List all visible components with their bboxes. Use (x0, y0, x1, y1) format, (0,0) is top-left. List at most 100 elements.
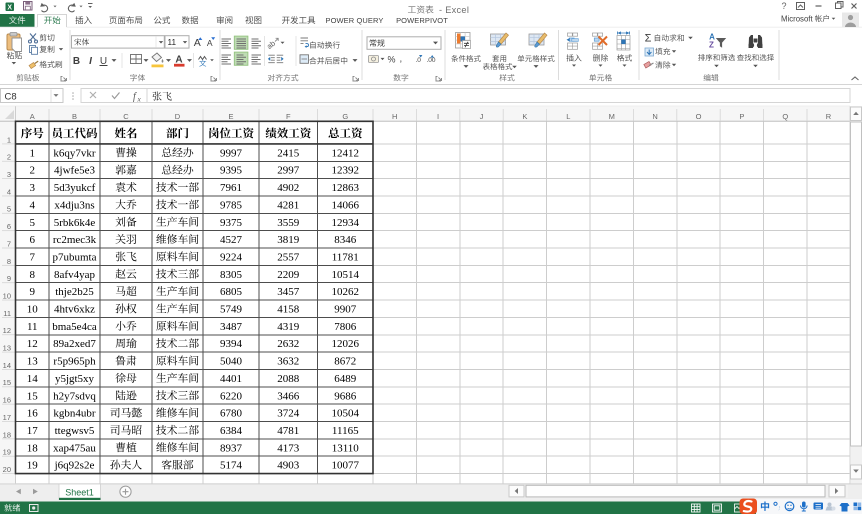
svg-text:4: 4 (30, 199, 36, 211)
svg-text:j6q92s2e: j6q92s2e (54, 460, 95, 472)
svg-text:2997: 2997 (277, 165, 300, 177)
svg-text:4158: 4158 (277, 304, 300, 316)
svg-text:20: 20 (3, 465, 11, 474)
svg-text:Sheet1: Sheet1 (65, 487, 94, 497)
svg-text:A: A (30, 112, 35, 121)
svg-text:?: ? (781, 1, 786, 11)
svg-text:12392: 12392 (332, 165, 360, 177)
svg-text:5rbk6k4e: 5rbk6k4e (54, 217, 96, 229)
svg-text:15: 15 (27, 390, 39, 402)
svg-text:3457: 3457 (277, 286, 300, 298)
svg-text:POWERPIVOT: POWERPIVOT (396, 16, 448, 25)
svg-text:6384: 6384 (220, 425, 243, 437)
svg-text:.00: .00 (427, 57, 436, 64)
svg-text:89a2xed7: 89a2xed7 (53, 338, 96, 350)
svg-text:17: 17 (3, 413, 11, 422)
svg-text:2: 2 (7, 153, 11, 162)
svg-text:4: 4 (7, 187, 11, 196)
svg-text:12863: 12863 (332, 182, 360, 194)
svg-text:4281: 4281 (277, 199, 299, 211)
svg-text:13: 13 (3, 344, 11, 353)
svg-text:k6qy7vkr: k6qy7vkr (53, 147, 96, 159)
svg-text:6489: 6489 (334, 373, 357, 385)
svg-text:16: 16 (27, 408, 39, 420)
svg-text:6805: 6805 (220, 286, 243, 298)
svg-text:K: K (522, 112, 527, 121)
svg-text:2415: 2415 (277, 147, 300, 159)
svg-text:ttegwsv5: ttegwsv5 (55, 425, 95, 437)
svg-text:B: B (73, 56, 80, 67)
svg-text:9: 9 (7, 274, 11, 283)
svg-text:D: D (175, 112, 181, 121)
svg-text:J: J (480, 112, 484, 121)
svg-text:6: 6 (30, 234, 36, 246)
svg-text:4173: 4173 (277, 442, 300, 454)
svg-text:Σ: Σ (645, 33, 652, 45)
svg-text:3632: 3632 (277, 356, 299, 368)
svg-text:9785: 9785 (220, 199, 243, 211)
svg-text:12026: 12026 (332, 338, 360, 350)
svg-text:4781: 4781 (277, 425, 299, 437)
svg-text:X: X (7, 4, 12, 11)
svg-text:h2y7sdvq: h2y7sdvq (53, 390, 96, 402)
svg-text:C8: C8 (5, 92, 17, 103)
svg-text:Q: Q (782, 112, 788, 121)
svg-text:3559: 3559 (277, 217, 300, 229)
svg-text:p7ubumta: p7ubumta (53, 251, 97, 263)
svg-text:10262: 10262 (332, 286, 360, 298)
svg-text:kgbn4ubr: kgbn4ubr (53, 408, 96, 420)
svg-text:6220: 6220 (220, 390, 243, 402)
svg-text:Microsoft: Microsoft (781, 14, 813, 23)
svg-text:8346: 8346 (334, 234, 357, 246)
svg-text:F: F (286, 112, 291, 121)
svg-text:9907: 9907 (334, 304, 357, 316)
svg-text:N: N (652, 112, 657, 121)
svg-text:7961: 7961 (220, 182, 242, 194)
svg-text:8: 8 (7, 257, 11, 266)
svg-text:12412: 12412 (332, 147, 360, 159)
svg-text:9224: 9224 (220, 251, 243, 263)
svg-text:r5p965ph: r5p965ph (53, 356, 96, 368)
svg-text:12: 12 (27, 338, 38, 350)
svg-text:rc2mec3k: rc2mec3k (53, 234, 97, 246)
svg-text:16: 16 (3, 396, 11, 405)
svg-text:11165: 11165 (332, 425, 359, 437)
svg-text:xap475au: xap475au (53, 442, 96, 454)
svg-text:L: L (566, 112, 570, 121)
svg-text:9997: 9997 (220, 147, 243, 159)
svg-text:13110: 13110 (332, 442, 360, 454)
svg-text:10077: 10077 (332, 460, 360, 472)
svg-text:9394: 9394 (220, 338, 243, 350)
svg-text:3: 3 (30, 182, 36, 194)
svg-text:12: 12 (3, 326, 11, 335)
svg-text:9375: 9375 (220, 217, 243, 229)
svg-text:2: 2 (30, 165, 36, 177)
svg-text:POWER QUERY: POWER QUERY (325, 16, 383, 25)
svg-text:R: R (826, 112, 832, 121)
svg-text:4jwfe5e3: 4jwfe5e3 (54, 165, 95, 177)
svg-text:3724: 3724 (277, 408, 300, 420)
svg-text:7: 7 (30, 251, 36, 263)
svg-text:3466: 3466 (277, 390, 300, 402)
svg-text:x: x (137, 95, 142, 104)
svg-text:Z: Z (709, 40, 714, 49)
svg-text:9395: 9395 (220, 165, 243, 177)
svg-text:2557: 2557 (277, 251, 300, 263)
svg-text:14066: 14066 (332, 199, 360, 211)
svg-text:8afv4yap: 8afv4yap (54, 269, 95, 281)
svg-text:6780: 6780 (220, 408, 243, 420)
svg-text:A: A (207, 38, 213, 48)
svg-text:8305: 8305 (220, 269, 243, 281)
svg-text:11781: 11781 (332, 251, 359, 263)
svg-text:2088: 2088 (277, 373, 300, 385)
svg-text:1: 1 (30, 147, 36, 159)
svg-text:8672: 8672 (334, 356, 356, 368)
svg-text:C: C (123, 112, 129, 121)
svg-text:4527: 4527 (220, 234, 243, 246)
svg-text:- Excel: - Excel (439, 5, 469, 15)
svg-text:8: 8 (30, 269, 36, 281)
svg-text:E: E (228, 112, 233, 121)
svg-text:9: 9 (30, 286, 36, 298)
svg-text:4902: 4902 (277, 182, 299, 194)
svg-text:5: 5 (30, 217, 36, 229)
